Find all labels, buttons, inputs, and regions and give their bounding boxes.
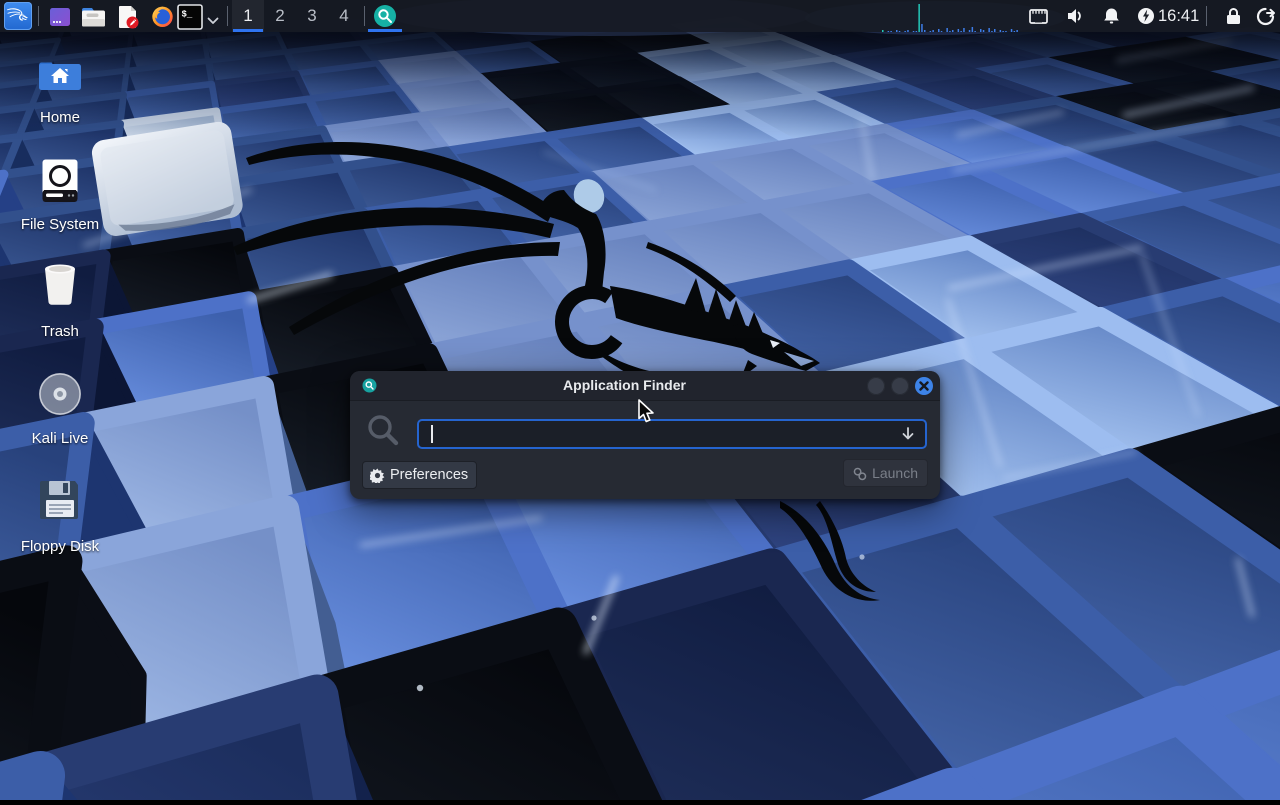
svg-text:$_: $_ [182,9,193,19]
